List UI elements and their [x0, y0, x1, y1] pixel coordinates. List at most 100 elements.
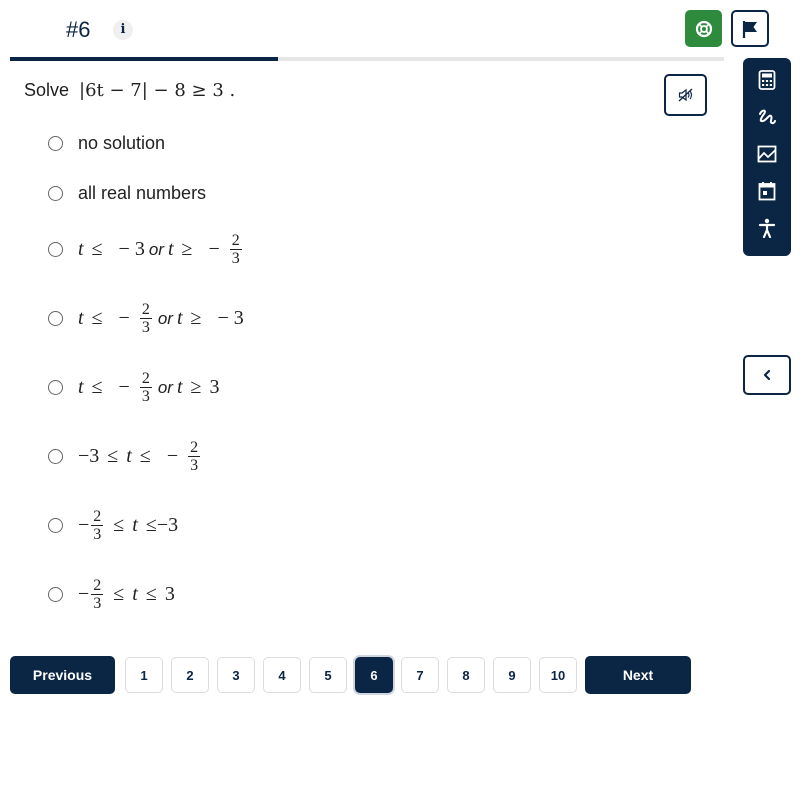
denominator: 3 — [139, 387, 152, 405]
radio-button[interactable] — [48, 136, 63, 151]
choice-math: −3 ≤ t ≤ − 23 — [78, 439, 202, 474]
choice-no-solution[interactable]: no solution — [48, 133, 165, 154]
denominator: 3 — [188, 456, 201, 474]
math-var: t — [176, 376, 183, 398]
text-to-speech-button[interactable] — [664, 74, 707, 116]
choice-math: t ≤ − 3 or t ≥ − 23 — [78, 232, 244, 267]
question-prompt: Solve |6t − 7| − 8 ≥ 3 . — [24, 80, 235, 101]
radio-button[interactable] — [48, 311, 63, 326]
radio-button[interactable] — [48, 587, 63, 602]
choice-math: t ≤ − 23 or t ≥ 3 — [78, 370, 220, 405]
graph-button[interactable] — [752, 140, 782, 168]
denominator: 3 — [229, 249, 242, 267]
math-value: 3 — [164, 583, 175, 605]
math-op: ≤ — [91, 238, 103, 260]
math-value: − 3 — [217, 307, 244, 329]
math-or: or — [157, 377, 173, 397]
next-button[interactable]: Next — [585, 656, 691, 694]
fraction: 23 — [139, 301, 152, 336]
calculator-icon — [758, 70, 776, 90]
math-var: t — [126, 445, 132, 467]
math-neg: − — [118, 376, 130, 398]
previous-button[interactable]: Previous — [10, 656, 115, 694]
muted-speaker-icon — [678, 88, 692, 102]
math-var: t — [78, 376, 84, 398]
radio-button[interactable] — [48, 380, 63, 395]
progress-bar — [10, 57, 724, 61]
page-button-8[interactable]: 8 — [447, 657, 485, 693]
flag-icon — [742, 20, 757, 38]
calendar-button[interactable] — [752, 177, 782, 205]
chevron-left-icon — [763, 369, 771, 381]
math-var: t — [176, 307, 183, 329]
choice-f[interactable]: −3 ≤ t ≤ − 23 — [48, 439, 202, 474]
choice-h[interactable]: − 23 ≤ t ≤ 3 — [48, 577, 175, 612]
denominator: 3 — [91, 525, 104, 543]
math-op: ≤ — [91, 376, 103, 398]
numerator: 2 — [231, 232, 240, 249]
calculator-button[interactable] — [752, 66, 782, 94]
fraction: 23 — [91, 508, 104, 543]
page-button-7[interactable]: 7 — [401, 657, 439, 693]
help-lifebuoy-icon — [695, 20, 712, 37]
denominator: 3 — [91, 594, 104, 612]
collapse-tools-button[interactable] — [743, 355, 791, 395]
scratchpad-button[interactable] — [752, 103, 782, 131]
math-or: or — [148, 239, 164, 259]
progress-bar-fill — [10, 57, 278, 61]
page-button-6[interactable]: 6 — [355, 657, 393, 693]
choice-d[interactable]: t ≤ − 23 or t ≥ − 3 — [48, 301, 244, 336]
math-op: ≤ — [145, 583, 157, 605]
math-op: ≤ — [107, 445, 119, 467]
choice-e[interactable]: t ≤ − 23 or t ≥ 3 — [48, 370, 220, 405]
math-value: 3 — [209, 376, 220, 398]
radio-button[interactable] — [48, 518, 63, 533]
math-neg: − — [166, 445, 179, 467]
math-var: t — [167, 238, 174, 260]
info-button[interactable]: i — [113, 20, 133, 40]
page-button-3[interactable]: 3 — [217, 657, 255, 693]
choice-label: no solution — [78, 133, 166, 153]
math-op: ≤ — [113, 514, 125, 536]
numerator: 2 — [93, 577, 102, 594]
page-button-5[interactable]: 5 — [309, 657, 347, 693]
help-button[interactable] — [685, 10, 722, 47]
fraction: 23 — [229, 232, 242, 267]
math-var: t — [132, 583, 138, 605]
accessibility-button[interactable] — [752, 214, 782, 242]
math-value: −3 — [78, 445, 100, 467]
fraction: 23 — [139, 370, 152, 405]
math-neg: − — [78, 514, 90, 536]
graph-icon — [757, 145, 777, 163]
choice-all-real-numbers[interactable]: all real numbers — [48, 183, 206, 204]
choice-c[interactable]: t ≤ − 3 or t ≥ − 23 — [48, 232, 244, 267]
page-button-10[interactable]: 10 — [539, 657, 577, 693]
math-neg: − — [78, 583, 90, 605]
choice-label: all real numbers — [78, 183, 207, 203]
math-var: t — [78, 307, 84, 329]
radio-button[interactable] — [48, 186, 63, 201]
math-neg: − — [208, 238, 220, 260]
radio-button[interactable] — [48, 449, 63, 464]
choice-math: − 23 ≤ t ≤ −3 — [78, 508, 178, 543]
math-op: ≤ — [113, 583, 125, 605]
numerator: 2 — [141, 370, 150, 387]
page-button-2[interactable]: 2 — [171, 657, 209, 693]
choice-g[interactable]: − 23 ≤ t ≤ −3 — [48, 508, 178, 543]
page-button-1[interactable]: 1 — [125, 657, 163, 693]
question-pager: Previous 1 2 3 4 5 6 7 8 9 10 Next — [0, 656, 800, 694]
accessibility-icon — [758, 218, 776, 238]
math-op: ≤ — [91, 307, 103, 329]
flag-button[interactable] — [731, 10, 769, 47]
radio-button[interactable] — [48, 242, 63, 257]
question-number: #6 — [66, 17, 91, 42]
page-button-9[interactable]: 9 — [493, 657, 531, 693]
math-op: ≥ — [181, 238, 193, 260]
page-button-4[interactable]: 4 — [263, 657, 301, 693]
prompt-lead: Solve — [24, 80, 70, 100]
math-value: −3 — [156, 514, 179, 536]
scratchpad-icon — [759, 109, 776, 125]
calendar-icon — [758, 182, 776, 201]
numerator: 2 — [93, 508, 102, 525]
math-neg: − — [118, 307, 130, 329]
